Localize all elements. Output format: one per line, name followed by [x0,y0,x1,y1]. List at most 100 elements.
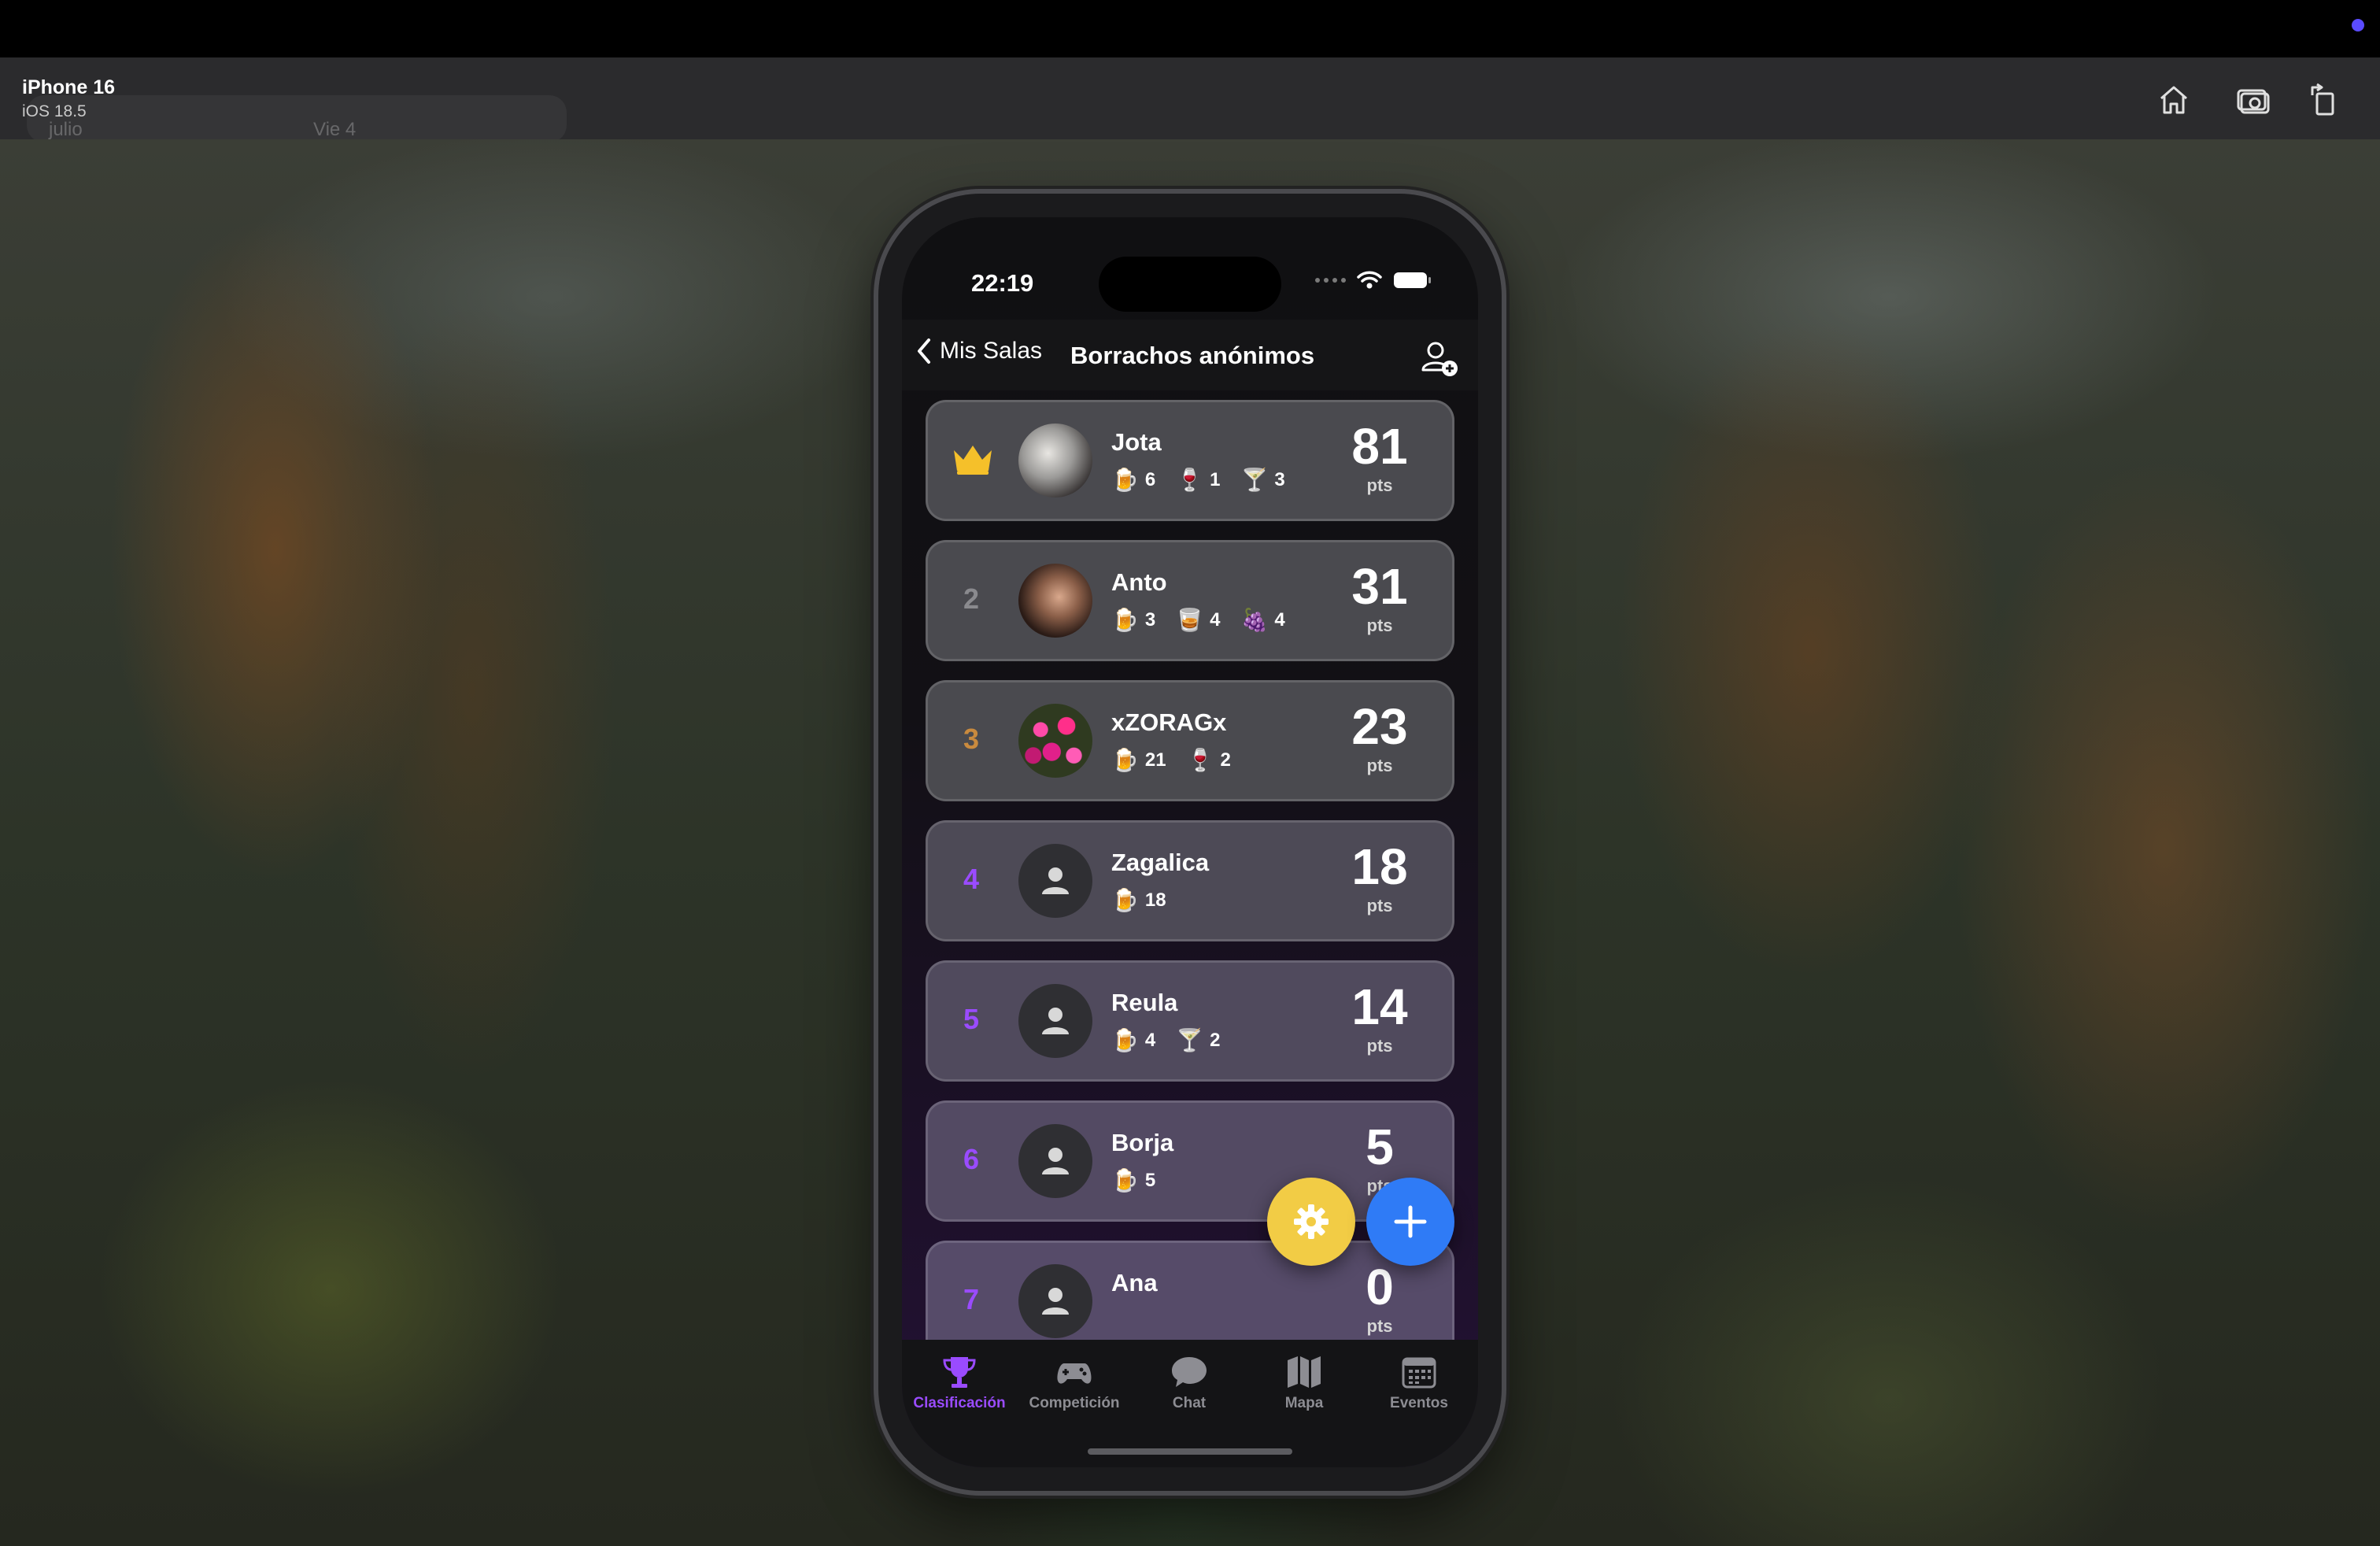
score-unit: pts [1366,756,1393,775]
dynamic-island [1099,257,1281,312]
chat-bubble-icon [1172,1357,1207,1387]
person-icon [1042,1288,1069,1315]
beer-icon: 🍺 [1111,1168,1139,1193]
score-unit: pts [1366,896,1393,915]
score-value: 18 [1351,838,1408,895]
drink-count: 🍷 1 [1176,464,1220,496]
drink-count-value: 4 [1210,609,1221,631]
leaderboard-row[interactable]: Jota 🍺 6 🍷 1 🍸 3 81 pts [926,400,1454,521]
person-icon [1042,1148,1069,1174]
score-unit: pts [1366,1036,1393,1056]
rank-number: 3 [963,723,980,755]
drink-count-value: 4 [1274,609,1285,631]
person-icon [1042,1008,1069,1034]
player-name: Ana [1111,1269,1158,1296]
drink-count: 🍺 3 [1111,605,1155,636]
drink-counts: 🍺 5 [1111,1165,1295,1196]
tab-clasificacion[interactable]: Clasificación [902,1352,1017,1412]
navigation-bar: Mis Salas Borrachos anónimos [902,320,1478,390]
signal-icon [1315,278,1346,283]
system-menu-bar [0,0,2380,57]
player-name: xZORAGx [1111,708,1227,736]
tab-chat[interactable]: Chat [1132,1352,1247,1412]
score: 14 pts [1336,979,1423,1056]
drink-count: 🍸 2 [1176,1025,1220,1056]
avatar [1018,1264,1092,1338]
score-unit: pts [1366,616,1393,635]
iphone-frame: 22:19 Mis Salas Borrachos anónimos Jota … [878,194,1502,1491]
drink-count-value: 2 [1210,1030,1221,1051]
wifi-icon [1357,271,1382,289]
drink-counts: 🍺 4 🍸 2 [1111,1025,1295,1056]
battery-icon [1394,272,1431,288]
avatar [1018,423,1092,497]
grapes-icon: 🍇 [1240,608,1269,632]
leaderboard-row[interactable]: 4 Zagalica 🍺 18 18 pts [926,820,1454,941]
score: 18 pts [1336,839,1423,916]
drink-count-value: 4 [1144,1030,1156,1051]
rank-number: 6 [963,1143,980,1175]
shot-icon: 🥃 [1176,608,1204,632]
drink-count: 🍸 3 [1240,464,1284,496]
drink-counts: 🍺 18 [1111,885,1295,916]
score-unit: pts [1366,475,1393,495]
cocktail-icon: 🍸 [1240,468,1269,492]
map-icon [1288,1356,1321,1388]
beer-icon: 🍺 [1111,1028,1139,1052]
status-dot [2352,19,2364,31]
home-icon[interactable] [2153,80,2194,120]
app-screen: 22:19 Mis Salas Borrachos anónimos Jota … [902,217,1478,1467]
leaderboard-row[interactable]: 2 Anto 🍺 3 🥃 4 🍇 4 31 pts [926,540,1454,661]
drink-count: 🥃 4 [1176,605,1220,636]
drink-count-value: 1 [1210,469,1221,490]
back-label: Mis Salas [940,338,1043,364]
tab-label: Clasificación [913,1395,1006,1411]
rank-number: 5 [963,1003,980,1035]
score: 31 pts [1336,559,1423,636]
drink-count: 🍷 2 [1187,745,1231,776]
player-name: Anto [1111,568,1167,596]
drink-count-value: 21 [1144,749,1166,771]
gear-icon [1294,1204,1329,1239]
back-button[interactable]: Mis Salas [913,335,1042,367]
beer-icon: 🍺 [1111,608,1139,632]
simulator-toolbar: julio Vie 4 iPhone 16 iOS 18.5 [0,57,2380,142]
beer-icon: 🍺 [1111,748,1139,772]
avatar [1018,564,1092,638]
leaderboard-row[interactable]: 3 xZORAGx 🍺 21 🍷 2 23 pts [926,680,1454,801]
rank-number: 7 [963,1283,980,1315]
rotate-icon[interactable] [2303,80,2344,120]
device-name: iPhone 16 [22,76,116,98]
home-indicator [1088,1448,1292,1455]
tab-eventos[interactable]: Eventos [1362,1352,1476,1412]
drink-count: 🍇 4 [1240,605,1284,636]
drink-count-value: 18 [1144,890,1166,911]
player-name: Jota [1111,428,1162,456]
tab-bar: Clasificación Competición Chat Mapa Even… [902,1340,1478,1467]
add-member-button[interactable] [1420,338,1459,378]
tab-label: Eventos [1390,1395,1448,1411]
drink-count: 🍺 21 [1111,745,1166,776]
tab-competicion[interactable]: Competición [1017,1352,1132,1412]
drink-count: 🍺 4 [1111,1025,1155,1056]
gamepad-icon [1057,1363,1092,1384]
drink-count: 🍺 18 [1111,885,1166,916]
tab-label: Mapa [1284,1395,1324,1411]
avatar [1018,1124,1092,1198]
tab-label: Chat [1172,1395,1207,1411]
settings-button[interactable] [1267,1178,1355,1266]
chevron-left-icon [918,338,930,364]
score: 0 pts [1336,1259,1423,1337]
room-title: Borrachos anónimos [1070,342,1315,369]
drink-count-value: 2 [1220,749,1231,771]
avatar [1018,984,1092,1058]
beer-icon: 🍺 [1111,468,1139,492]
leaderboard-row[interactable]: 5 Reula 🍺 4 🍸 2 14 pts [926,960,1454,1082]
avatar [1018,704,1092,778]
drink-counts: 🍺 3 🥃 4 🍇 4 [1111,605,1295,636]
os-version: iOS 18.5 [22,102,87,120]
drink-count-value: 5 [1144,1170,1156,1191]
add-drink-button[interactable] [1366,1178,1454,1266]
tab-mapa[interactable]: Mapa [1247,1352,1362,1412]
screenshot-icon[interactable] [2232,80,2273,120]
